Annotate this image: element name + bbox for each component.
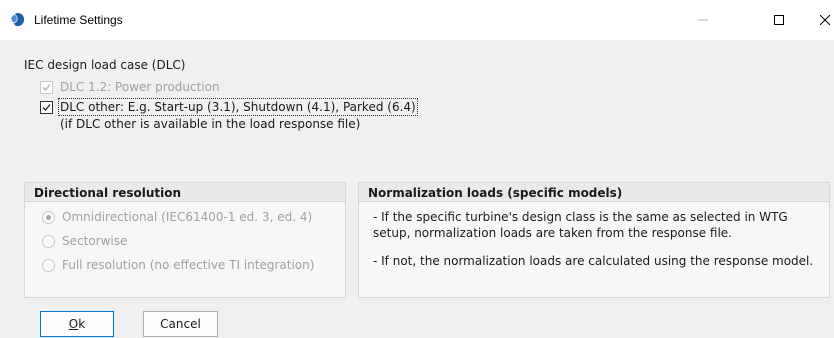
title-bar: Lifetime Settings: [0, 0, 834, 40]
cancel-button[interactable]: Cancel: [143, 311, 218, 337]
checkmark-icon: [42, 83, 51, 91]
dialog-content: IEC design load case (DLC) DLC 1.2: Powe…: [0, 40, 834, 338]
radio-full-resolution[interactable]: Full resolution (no effective TI integra…: [42, 258, 314, 272]
radio-sectorwise[interactable]: Sectorwise: [42, 234, 127, 248]
ok-mnemonic: O: [68, 317, 79, 331]
dlc-other-checkbox[interactable]: DLC other: E.g. Start-up (3.1), Shutdown…: [40, 98, 418, 116]
dlc-power-production-checkbox[interactable]: DLC 1.2: Power production: [40, 80, 220, 94]
checkmark-icon: [42, 103, 51, 111]
maximize-icon: [774, 15, 784, 25]
checkbox-box: [40, 80, 53, 94]
radio-circle: [42, 210, 55, 224]
minimize-button[interactable]: [680, 0, 726, 40]
radio-omnidirectional[interactable]: Omnidirectional (IEC61400-1 ed. 3, ed. 4…: [42, 210, 312, 224]
normalization-loads-panel: Normalization loads (specific models) - …: [358, 182, 830, 298]
normalization-note-2: - If not, the normalization loads are ca…: [373, 254, 814, 268]
close-button[interactable]: [802, 0, 834, 40]
panel-header: Directional resolution: [25, 183, 345, 202]
normalization-note-1: - If the specific turbine's design class…: [373, 210, 788, 240]
checkbox-box: [40, 100, 53, 114]
radio-label: Sectorwise: [62, 234, 128, 248]
directional-resolution-panel: Directional resolution Omnidirectional (…: [24, 182, 346, 298]
dlc-other-note: (if DLC other is available in the load r…: [60, 117, 361, 131]
ok-button[interactable]: Ok: [40, 311, 114, 337]
maximize-button[interactable]: [756, 0, 802, 40]
ok-label-rest: k: [78, 317, 86, 331]
radio-label: Full resolution (no effective TI integra…: [62, 258, 315, 272]
checkbox-label: DLC other: E.g. Start-up (3.1), Shutdown…: [58, 98, 418, 116]
radio-label: Omnidirectional (IEC61400-1 ed. 3, ed. 4…: [62, 210, 313, 224]
radio-dot: [46, 214, 51, 220]
panel-header: Normalization loads (specific models): [359, 183, 829, 202]
close-icon: [820, 15, 830, 25]
app-globe-icon: [11, 12, 25, 27]
radio-circle: [42, 258, 55, 272]
window-title: Lifetime Settings: [34, 13, 123, 27]
checkbox-label: DLC 1.2: Power production: [60, 80, 220, 94]
radio-circle: [42, 234, 55, 248]
dlc-group-label: IEC design load case (DLC): [24, 58, 186, 72]
minimize-icon: [698, 19, 708, 21]
